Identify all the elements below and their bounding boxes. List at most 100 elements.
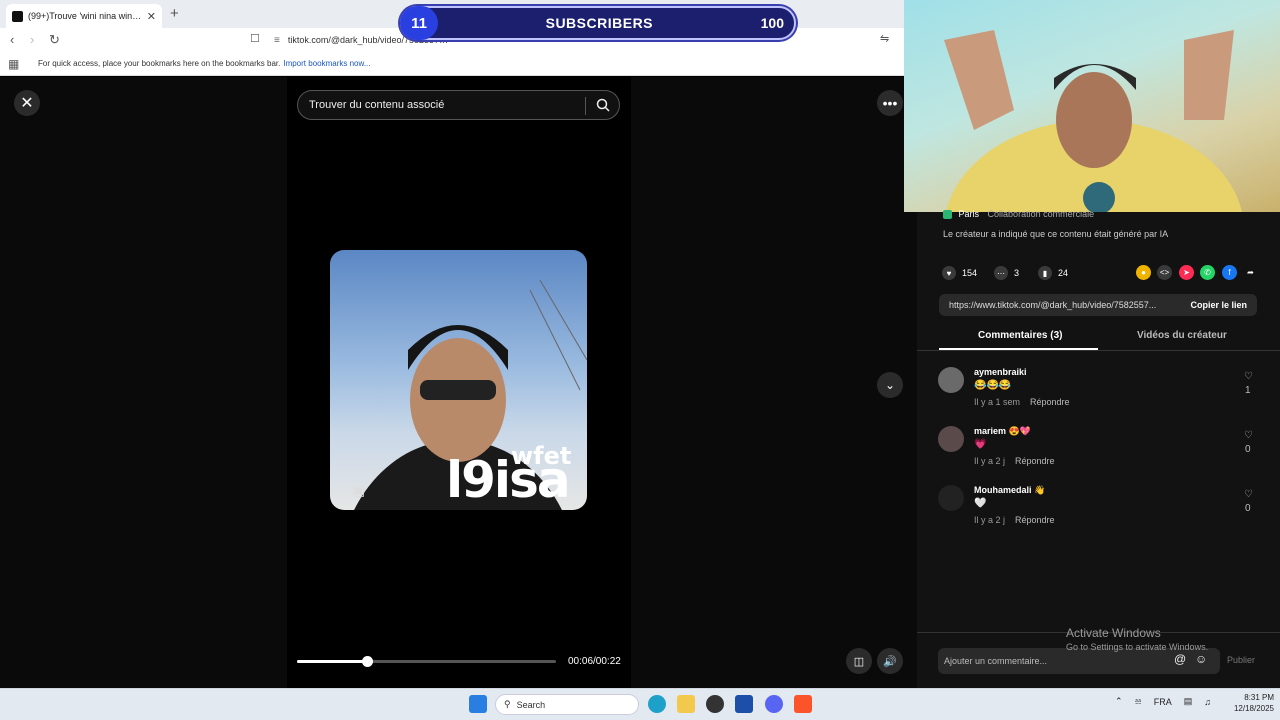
publish-button[interactable]: Publier: [1227, 655, 1255, 665]
bookmark-icon[interactable]: ☐: [250, 32, 260, 45]
video-time: 00:06/00:22: [568, 656, 621, 667]
ai-notice: Le créateur a indiqué que ce contenu éta…: [943, 229, 1169, 239]
save-count: 24: [1058, 268, 1069, 278]
reply-button[interactable]: Répondre: [1015, 456, 1055, 466]
language-indicator[interactable]: FRA: [1154, 697, 1172, 707]
subscriber-goal: 100: [760, 15, 784, 31]
activate-title: Activate Windows: [1066, 626, 1161, 640]
extensions-icon[interactable]: ⇋: [880, 32, 889, 45]
comment-item: Mouhamedali 👋 🤍 Il y a 2 j Répondre ♡ 0: [938, 485, 1268, 535]
miniplayer-button[interactable]: ◫: [846, 648, 872, 674]
comment-like-icon[interactable]: ♡: [1244, 430, 1253, 441]
like-count: 154: [962, 268, 978, 278]
viewer-right-blur: [631, 77, 917, 688]
reply-button[interactable]: Répondre: [1030, 397, 1070, 407]
video-link-field[interactable]: https://www.tiktok.com/@dark_hub/video/7…: [939, 294, 1257, 316]
active-tab-indicator: [939, 348, 1098, 350]
taskbar-search[interactable]: ⚲ Search: [495, 694, 639, 715]
edge-icon[interactable]: [648, 695, 666, 713]
comment-text: 💗: [974, 439, 987, 450]
comment-like-icon[interactable]: ♡: [1244, 489, 1253, 500]
search-divider: [585, 97, 586, 115]
tab-close-icon[interactable]: ✕: [147, 10, 156, 23]
activate-windows-watermark: Activate Windows Go to Settings to activ…: [1066, 626, 1208, 652]
clock-time: 8:31 PM: [1244, 693, 1274, 702]
send-icon[interactable]: ➤: [1179, 265, 1194, 280]
comment-stat[interactable]: ⋯ 3: [994, 266, 1019, 280]
brave-icon[interactable]: [794, 695, 812, 713]
site-info-icon[interactable]: ≡: [274, 35, 280, 46]
volume-icon[interactable]: ♫: [1204, 697, 1211, 707]
comment-meta: Il y a 1 sem Répondre: [974, 397, 1070, 407]
forward-icon[interactable]: ›: [30, 32, 34, 47]
comment-like-count: 0: [1245, 444, 1251, 455]
file-explorer-icon[interactable]: [677, 695, 695, 713]
collab-text: Collaboration commerciale: [987, 209, 1095, 219]
system-tray: ⌃ ⎂ FRA ▤ ♫: [1115, 696, 1211, 707]
copy-link-button[interactable]: Copier le lien: [1190, 300, 1247, 310]
chevron-up-icon[interactable]: ⌃: [1115, 696, 1123, 707]
comment-age: Il y a 2 j: [974, 515, 1006, 525]
taskbar: [0, 688, 1280, 720]
whatsapp-icon[interactable]: ✆: [1200, 265, 1215, 280]
comment-item: aymenbraiki 😂😂😂 Il y a 1 sem Répondre ♡ 1: [938, 367, 1268, 417]
related-content-search[interactable]: Trouver du contenu associé: [297, 90, 620, 120]
avatar[interactable]: [938, 367, 964, 393]
reload-icon[interactable]: ↻: [49, 32, 60, 48]
comment-like-icon[interactable]: ♡: [1244, 371, 1253, 382]
comment-text: 😂😂😂: [974, 380, 1012, 391]
comment-age: Il y a 1 sem: [974, 397, 1021, 407]
next-video-button[interactable]: ⌄: [877, 372, 903, 398]
new-tab-button[interactable]: +: [170, 5, 179, 22]
video-player[interactable]: wfet l9isa ▣: [330, 250, 587, 510]
comment-user[interactable]: Mouhamedali 👋: [974, 485, 1045, 496]
comment-meta: Il y a 2 j Répondre: [974, 456, 1055, 466]
emoji-icon[interactable]: ☺: [1195, 652, 1207, 666]
close-viewer-button[interactable]: ✕: [14, 90, 40, 116]
volume-button[interactable]: 🔊: [877, 648, 903, 674]
start-icon[interactable]: [469, 695, 487, 713]
like-stat[interactable]: ♥ 154: [942, 266, 977, 280]
collab-tag: Paris: [958, 209, 980, 219]
comment-user[interactable]: mariem 😍💖: [974, 426, 1031, 437]
discord-icon[interactable]: [765, 695, 783, 713]
tab-comments[interactable]: Commentaires (3): [978, 330, 1062, 341]
browser-tab[interactable]: (99+)Trouve 'wini nina wini k… ✕: [6, 4, 162, 28]
facebook-icon[interactable]: f: [1222, 265, 1237, 280]
bookmark-save-icon: ▮: [1038, 266, 1052, 280]
collab-row: Paris Collaboration commerciale: [943, 209, 1095, 220]
microphone-icon[interactable]: ⎂: [1135, 696, 1142, 707]
search-icon[interactable]: [596, 98, 610, 112]
network-icon[interactable]: ▤: [1184, 696, 1193, 707]
search-placeholder: Trouver du contenu associé: [309, 99, 445, 111]
store-icon[interactable]: [735, 695, 753, 713]
comment-item: mariem 😍💖 💗 Il y a 2 j Répondre ♡ 0: [938, 426, 1268, 476]
progress-handle[interactable]: [361, 656, 373, 667]
tab-creator-videos[interactable]: Vidéos du créateur: [1137, 330, 1227, 341]
video-watermark-icon: ▣: [352, 482, 366, 498]
comment-like-count: 0: [1245, 503, 1251, 514]
viewer-left-blur: [0, 77, 287, 688]
embed-icon[interactable]: <>: [1157, 265, 1172, 280]
mention-icon[interactable]: @: [1174, 652, 1186, 666]
repost-icon[interactable]: ●: [1136, 265, 1151, 280]
tabs-divider: [917, 350, 1280, 351]
back-icon[interactable]: ‹: [10, 32, 14, 47]
share-icon[interactable]: ➦: [1243, 265, 1258, 280]
heart-icon: ♥: [942, 266, 956, 280]
import-bookmarks-link[interactable]: Import bookmarks now...: [283, 59, 370, 68]
webcam-frame: [944, 30, 1244, 340]
comment-user[interactable]: aymenbraiki: [974, 367, 1027, 377]
save-stat[interactable]: ▮ 24: [1038, 266, 1068, 280]
avatar[interactable]: [938, 426, 964, 452]
reply-button[interactable]: Répondre: [1015, 515, 1055, 525]
apps-grid-icon[interactable]: ▦: [8, 57, 19, 71]
more-options-button[interactable]: •••: [877, 90, 903, 116]
tiktok-favicon-icon: [12, 10, 23, 22]
comment-like-count: 1: [1245, 385, 1251, 396]
subscriber-count: 11: [400, 6, 438, 40]
comment-meta: Il y a 2 j Répondre: [974, 515, 1055, 525]
clock[interactable]: 8:31 PM 12/18/2025: [1224, 692, 1274, 714]
avatar[interactable]: [938, 485, 964, 511]
obs-icon[interactable]: [706, 695, 724, 713]
